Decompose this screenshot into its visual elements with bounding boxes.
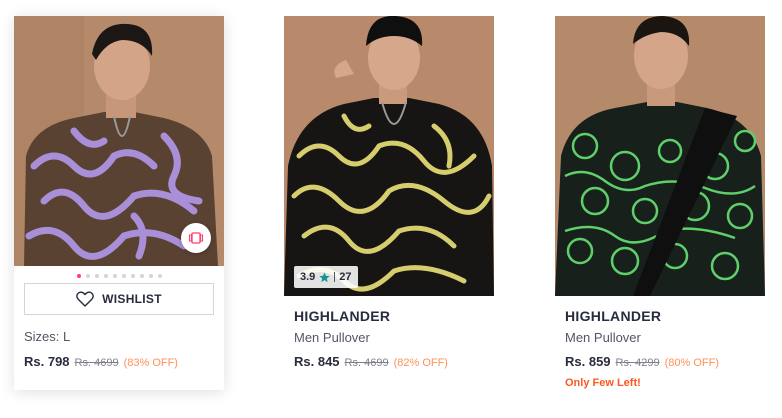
rating-divider: [334, 272, 336, 282]
carousel-dot[interactable]: [103, 274, 108, 278]
model-photo-2: [284, 16, 494, 296]
price-row: Rs. 798 Rs. 4699 (83% OFF): [24, 354, 178, 369]
price-row: Rs. 845 Rs. 4699 (82% OFF): [294, 354, 448, 369]
star-icon: [319, 271, 330, 282]
rating-count: 27: [339, 271, 352, 283]
available-sizes: Sizes: L: [24, 329, 71, 344]
discount-percent: (80% OFF): [664, 357, 719, 369]
product-title: Men Pullover: [565, 330, 641, 345]
product-title: Men Pullover: [294, 330, 370, 345]
original-price: Rs. 4699: [344, 357, 389, 369]
selling-price: Rs. 798: [24, 354, 70, 369]
carousel-dot[interactable]: [139, 274, 144, 278]
wishlist-button[interactable]: WISHLIST: [24, 283, 214, 315]
original-price: Rs. 4299: [615, 357, 660, 369]
similar-products-icon: [188, 232, 204, 244]
carousel-dot[interactable]: [130, 274, 135, 278]
image-carousel-dots: [14, 274, 224, 278]
carousel-dot-active[interactable]: [76, 274, 81, 278]
product-image-1[interactable]: [14, 16, 224, 266]
selling-price: Rs. 845: [294, 354, 340, 369]
model-photo-3: [555, 16, 765, 296]
carousel-dot[interactable]: [85, 274, 90, 278]
selling-price: Rs. 859: [565, 354, 611, 369]
view-similar-button[interactable]: [181, 223, 211, 253]
carousel-dot[interactable]: [112, 274, 117, 278]
stock-warning: Only Few Left!: [565, 377, 641, 389]
rating-badge: 3.9 27: [294, 266, 358, 288]
product-image-3[interactable]: [555, 16, 765, 296]
price-row: Rs. 859 Rs. 4299 (80% OFF): [565, 354, 719, 369]
carousel-dot[interactable]: [157, 274, 162, 278]
heart-icon: [76, 291, 94, 307]
carousel-dot[interactable]: [121, 274, 126, 278]
product-image-2[interactable]: [284, 16, 494, 296]
product-brand: HIGHLANDER: [565, 308, 662, 324]
discount-percent: (83% OFF): [123, 357, 178, 369]
carousel-dot[interactable]: [148, 274, 153, 278]
discount-percent: (82% OFF): [393, 357, 448, 369]
carousel-dot[interactable]: [94, 274, 99, 278]
original-price: Rs. 4699: [74, 357, 119, 369]
product-brand: HIGHLANDER: [294, 308, 391, 324]
wishlist-label: WISHLIST: [102, 292, 162, 306]
product-card-1[interactable]: WISHLIST Sizes: L Rs. 798 Rs. 4699 (83% …: [14, 16, 224, 390]
rating-value: 3.9: [300, 271, 316, 283]
